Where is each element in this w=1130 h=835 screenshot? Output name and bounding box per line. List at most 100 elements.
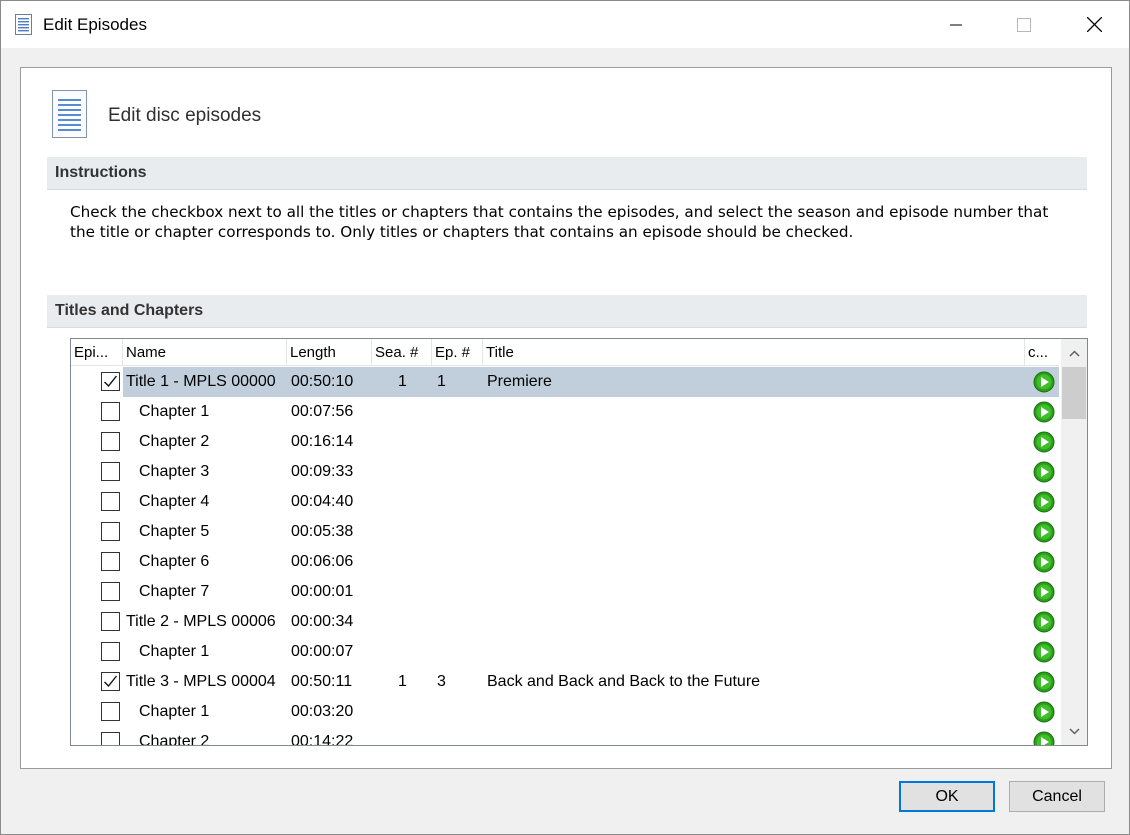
list-row[interactable]: Chapter 2 00:14:22 (71, 727, 1059, 745)
list-row[interactable]: Title 2 - MPLS 00006 00:00:34 (71, 607, 1059, 637)
play-icon[interactable] (1033, 671, 1055, 693)
row-name: Chapter 1 (139, 643, 210, 660)
row-length: 00:07:56 (291, 403, 354, 420)
row-name: Chapter 7 (139, 583, 210, 600)
instructions-line: Check the checkbox next to all the title… (70, 203, 1049, 221)
scroll-up-button[interactable] (1061, 341, 1087, 365)
cancel-button[interactable]: Cancel (1009, 781, 1105, 812)
play-icon[interactable] (1033, 641, 1055, 663)
play-icon[interactable] (1033, 611, 1055, 633)
episode-checkbox[interactable] (101, 732, 120, 745)
column-header-episode[interactable]: Epi... (71, 339, 123, 366)
list-row[interactable]: Chapter 1 00:00:07 (71, 637, 1059, 667)
column-header-episode-number[interactable]: Ep. # (432, 339, 483, 366)
row-name: Title 2 - MPLS 00006 (126, 613, 276, 630)
maximize-icon (1017, 17, 1031, 32)
episode-checkbox[interactable] (101, 462, 120, 481)
play-icon[interactable] (1033, 731, 1055, 745)
play-icon[interactable] (1033, 521, 1055, 543)
row-name: Chapter 4 (139, 493, 210, 510)
list-row[interactable]: Chapter 5 00:05:38 (71, 517, 1059, 547)
maximize-button[interactable] (1001, 1, 1047, 48)
vertical-scrollbar[interactable] (1061, 339, 1087, 745)
minimize-icon (950, 24, 962, 25)
list-rows: Title 1 - MPLS 00000 00:50:10 1 1 Premiere Ch… (71, 367, 1059, 745)
chevron-up-icon (1068, 349, 1080, 357)
row-length: 00:04:40 (291, 493, 354, 510)
list-header: Epi... Name Length Sea. # Ep. # Title c.… (71, 339, 1059, 366)
row-length: 00:05:38 (291, 523, 354, 540)
episode-checkbox[interactable] (101, 552, 120, 571)
row-name: Chapter 1 (139, 403, 210, 420)
chevron-down-icon (1068, 727, 1080, 735)
episode-checkbox[interactable] (101, 672, 120, 691)
list-row[interactable]: Chapter 1 00:03:20 (71, 697, 1059, 727)
row-season[interactable]: 1 (398, 367, 407, 397)
document-list-icon (15, 14, 32, 35)
instructions-text: Check the checkbox next to all the title… (70, 202, 1080, 242)
column-header-title[interactable]: Title (483, 339, 1025, 366)
checkmark-icon (104, 375, 118, 388)
list-row[interactable]: Chapter 1 00:07:56 (71, 397, 1059, 427)
list-row[interactable]: Title 3 - MPLS 00004 00:50:11 1 3 Back and B… (71, 667, 1059, 697)
checkmark-icon (104, 675, 118, 688)
row-length: 00:00:34 (291, 613, 354, 630)
scroll-down-button[interactable] (1061, 719, 1087, 743)
instructions-line: the title or chapter corresponds to. Onl… (70, 223, 854, 241)
row-length: 00:14:22 (291, 733, 354, 745)
row-season[interactable]: 1 (398, 667, 407, 697)
document-list-icon (52, 90, 87, 138)
play-icon[interactable] (1033, 701, 1055, 723)
episode-checkbox[interactable] (101, 642, 120, 661)
row-length: 00:09:33 (291, 463, 354, 480)
row-name: Title 3 - MPLS 00004 (126, 673, 276, 690)
row-length: 00:00:07 (291, 643, 354, 660)
column-header-name[interactable]: Name (123, 339, 287, 366)
ok-button[interactable]: OK (899, 781, 995, 812)
play-icon[interactable] (1033, 551, 1055, 573)
titles-chapters-list[interactable]: Epi... Name Length Sea. # Ep. # Title c.… (70, 338, 1088, 746)
title-bar[interactable]: Edit Episodes (1, 1, 1129, 48)
play-icon[interactable] (1033, 371, 1055, 393)
episode-checkbox[interactable] (101, 612, 120, 631)
content-panel: Edit disc episodes Instructions Check th… (20, 67, 1112, 769)
list-row[interactable]: Chapter 3 00:09:33 (71, 457, 1059, 487)
close-button[interactable] (1071, 1, 1117, 48)
column-header-season[interactable]: Sea. # (372, 339, 432, 366)
column-header-length[interactable]: Length (287, 339, 372, 366)
episode-checkbox[interactable] (101, 702, 120, 721)
episode-checkbox[interactable] (101, 522, 120, 541)
column-header-c[interactable]: c... (1025, 339, 1059, 366)
list-row[interactable]: Chapter 7 00:00:01 (71, 577, 1059, 607)
row-episode[interactable]: 1 (437, 367, 446, 397)
row-title[interactable]: Back and Back and Back to the Future (487, 667, 760, 697)
episode-checkbox[interactable] (101, 372, 120, 391)
episode-checkbox[interactable] (101, 582, 120, 601)
play-icon[interactable] (1033, 431, 1055, 453)
row-name: Chapter 3 (139, 463, 210, 480)
row-length: 00:00:01 (291, 583, 354, 600)
scroll-thumb[interactable] (1062, 367, 1086, 419)
episode-checkbox[interactable] (101, 492, 120, 511)
list-row[interactable]: Title 1 - MPLS 00000 00:50:10 1 1 Premiere (71, 367, 1059, 397)
row-name: Chapter 5 (139, 523, 210, 540)
episode-checkbox[interactable] (101, 402, 120, 421)
minimize-button[interactable] (933, 1, 979, 48)
episode-checkbox[interactable] (101, 432, 120, 451)
list-row[interactable]: Chapter 6 00:06:06 (71, 547, 1059, 577)
play-icon[interactable] (1033, 491, 1055, 513)
play-icon[interactable] (1033, 401, 1055, 423)
row-episode[interactable]: 3 (437, 667, 446, 697)
play-icon[interactable] (1033, 581, 1055, 603)
row-length: 00:06:06 (291, 553, 354, 570)
instructions-heading: Instructions (47, 157, 1087, 190)
close-icon (1086, 17, 1102, 32)
list-row[interactable]: Chapter 2 00:16:14 (71, 427, 1059, 457)
play-icon[interactable] (1033, 461, 1055, 483)
row-name: Chapter 2 (139, 733, 210, 745)
row-name: Chapter 6 (139, 553, 210, 570)
row-length: 00:50:10 (291, 373, 354, 390)
row-title[interactable]: Premiere (487, 367, 552, 397)
list-row[interactable]: Chapter 4 00:04:40 (71, 487, 1059, 517)
row-name: Chapter 2 (139, 433, 210, 450)
